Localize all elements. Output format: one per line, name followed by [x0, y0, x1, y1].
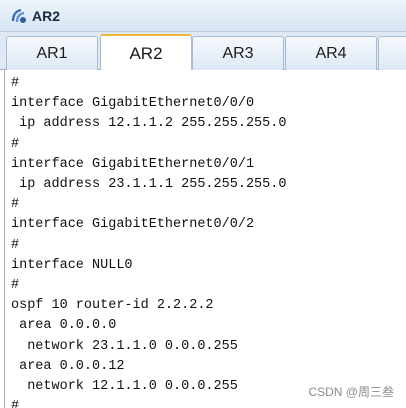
console-line: network 23.1.1.0 0.0.0.255	[11, 338, 238, 354]
console-line: interface GigabitEthernet0/0/0	[11, 96, 255, 112]
tab-ar1[interactable]: AR1	[6, 36, 98, 70]
watermark: CSDN @周三叁	[308, 385, 394, 399]
tab-strip: AR1 AR2 AR3 AR4	[0, 32, 406, 71]
window-title: AR2	[32, 7, 61, 24]
console-line: #	[11, 197, 20, 213]
console-line: #	[11, 136, 20, 152]
tab-more[interactable]	[378, 36, 406, 70]
console-line: interface GigabitEthernet0/0/1	[11, 156, 255, 172]
console-line: area 0.0.0.0	[11, 318, 117, 334]
console-line: interface NULL0	[11, 257, 133, 273]
title-bar: AR2	[0, 0, 406, 32]
tab-ar2[interactable]: AR2	[100, 34, 192, 71]
console-line: ip address 12.1.1.2 255.255.255.0	[11, 116, 287, 132]
console-line: #	[11, 278, 20, 294]
console-line: #	[11, 76, 20, 91]
console-line: interface GigabitEthernet0/0/2	[11, 217, 255, 233]
console-line: area 0.0.0.12	[11, 358, 125, 374]
console-line: ip address 23.1.1.1 255.255.255.0	[11, 177, 287, 193]
console-line: #	[11, 237, 20, 253]
tab-ar4[interactable]: AR4	[285, 36, 377, 70]
console-output[interactable]: # interface GigabitEthernet0/0/0 ip addr…	[4, 70, 406, 408]
router-app-icon	[10, 7, 28, 25]
console-line: ospf 10 router-id 2.2.2.2	[11, 298, 214, 314]
tab-ar3[interactable]: AR3	[192, 36, 284, 70]
